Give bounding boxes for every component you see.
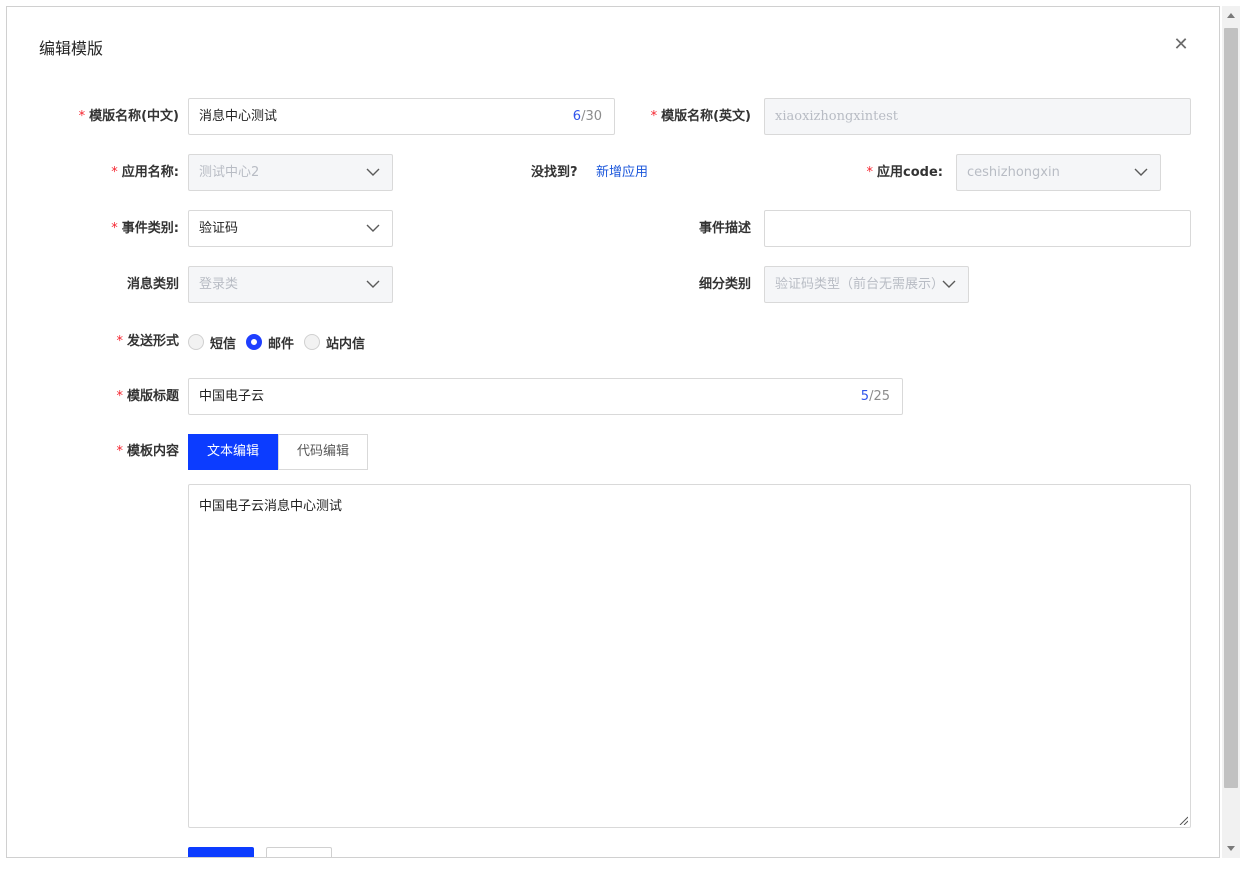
- event-desc-input[interactable]: [764, 210, 1191, 247]
- radio-inbox[interactable]: 站内信: [304, 333, 365, 352]
- save-button[interactable]: [188, 847, 254, 857]
- name-cn-counter: 6/30: [572, 109, 602, 124]
- chevron-down-icon: [366, 168, 380, 176]
- chevron-down-icon: [366, 224, 380, 232]
- scrollbar[interactable]: [1222, 6, 1240, 858]
- content-label: * 模板内容: [116, 444, 179, 459]
- sub-type-select: 验证码类型（前台无需展示）: [764, 266, 969, 303]
- scroll-down-icon[interactable]: [1222, 842, 1240, 854]
- edit-template-dialog: 编辑模版 ✕ * 模版名称(中文) 消息中心测试 6/30 * 模版名称(英文) x…: [6, 6, 1220, 858]
- cancel-button[interactable]: [266, 847, 332, 857]
- not-found-text: 没找到?: [531, 165, 578, 180]
- radio-dot: [246, 334, 263, 350]
- radio-dot: [304, 334, 321, 350]
- event-type-label: * 事件类别:: [111, 221, 179, 236]
- content-editor[interactable]: 中国电子云消息中心测试: [188, 484, 1191, 828]
- dialog-title: 编辑模版: [39, 39, 104, 58]
- chevron-down-icon: [1134, 168, 1148, 176]
- app-code-label: * 应用code:: [866, 165, 943, 180]
- name-en-input: xiaoxizhongxintest: [764, 98, 1191, 135]
- msg-type-select: 登录类: [188, 266, 393, 303]
- scrollbar-thumb[interactable]: [1224, 28, 1238, 788]
- app-name-label: * 应用名称:: [111, 165, 179, 180]
- close-icon[interactable]: ✕: [1171, 35, 1191, 55]
- radio-email[interactable]: 邮件: [246, 333, 294, 352]
- name-cn-label: * 模版名称(中文): [78, 109, 179, 124]
- scroll-up-icon[interactable]: [1222, 10, 1240, 22]
- radio-dot: [188, 334, 204, 350]
- name-en-label: * 模版名称(英文): [650, 109, 751, 124]
- tab-text-edit[interactable]: 文本编辑: [188, 434, 279, 470]
- sub-type-label: 细分类别: [698, 277, 751, 292]
- content-tabs: 文本编辑 代码编辑: [188, 434, 369, 470]
- name-cn-input[interactable]: 消息中心测试 6/30: [188, 98, 615, 135]
- event-type-select[interactable]: 验证码: [188, 210, 393, 247]
- tab-code-edit[interactable]: 代码编辑: [278, 434, 369, 470]
- add-app-link[interactable]: 新增应用: [596, 163, 648, 183]
- event-desc-label: 事件描述: [698, 221, 751, 236]
- app-code-select: ceshizhongxin: [956, 154, 1161, 191]
- app-name-select: 测试中心2: [188, 154, 393, 191]
- send-form-label: * 发送形式: [116, 334, 179, 349]
- resize-grip-icon[interactable]: [1178, 815, 1188, 825]
- subject-input[interactable]: 中国电子云 5/25: [188, 378, 903, 415]
- chevron-down-icon: [942, 280, 956, 288]
- subject-counter: 5/25: [860, 389, 890, 404]
- msg-type-label: 消息类别: [126, 277, 179, 292]
- radio-sms[interactable]: 短信: [188, 333, 236, 352]
- subject-label: * 模版标题: [116, 389, 179, 404]
- chevron-down-icon: [366, 280, 380, 288]
- send-form-radio-group: 短信 邮件 站内信: [188, 332, 375, 352]
